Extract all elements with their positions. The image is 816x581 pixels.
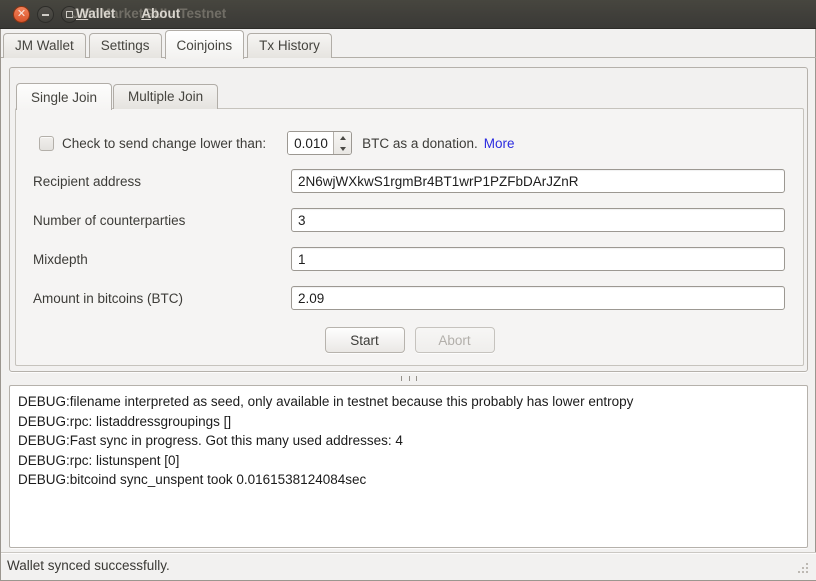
tab-settings[interactable]: Settings bbox=[89, 33, 162, 58]
counterparties-row: Number of counterparties bbox=[33, 208, 785, 232]
minimize-button[interactable] bbox=[37, 6, 54, 23]
log-line: DEBUG:filename interpreted as seed, only… bbox=[18, 392, 799, 412]
donation-checkbox[interactable] bbox=[39, 136, 54, 151]
single-join-pane: Check to send change lower than: BTC as … bbox=[15, 108, 804, 366]
menubar: Wallet About bbox=[76, 6, 180, 21]
close-icon: ✕ bbox=[17, 9, 26, 20]
action-buttons: Start Abort bbox=[16, 327, 803, 353]
titlebar: ✕ JoinMarketGUI - Testnet Wallet About bbox=[0, 0, 816, 29]
counterparties-label: Number of counterparties bbox=[33, 213, 291, 228]
splitter-grip-icon bbox=[401, 376, 417, 381]
donation-amount-input[interactable] bbox=[288, 132, 333, 154]
donation-spinbox bbox=[287, 131, 352, 155]
debug-log[interactable]: DEBUG:filename interpreted as seed, only… bbox=[9, 385, 808, 548]
mixdepth-row: Mixdepth bbox=[33, 247, 785, 271]
log-line: DEBUG:bitcoind sync_unspent took 0.01615… bbox=[18, 470, 799, 490]
amount-row: Amount in bitcoins (BTC) bbox=[33, 286, 785, 310]
log-line: DEBUG:Fast sync in progress. Got this ma… bbox=[18, 431, 799, 451]
amount-label: Amount in bitcoins (BTC) bbox=[33, 291, 291, 306]
minimize-icon bbox=[42, 14, 49, 16]
amount-input[interactable] bbox=[291, 286, 785, 310]
donation-label: Check to send change lower than: bbox=[62, 136, 266, 151]
subtab-single-join[interactable]: Single Join bbox=[16, 83, 112, 110]
spin-up-icon[interactable] bbox=[334, 132, 351, 143]
coinjoins-groupbox: Single Join Multiple Join Check to send … bbox=[9, 67, 808, 372]
spin-down-icon[interactable] bbox=[334, 143, 351, 154]
statusbar: Wallet synced successfully. bbox=[1, 552, 816, 580]
menu-about[interactable]: About bbox=[141, 6, 180, 21]
join-subtabs: Single Join Multiple Join bbox=[16, 83, 219, 109]
tab-tx-history[interactable]: Tx History bbox=[247, 33, 332, 58]
recipient-address-input[interactable] bbox=[291, 169, 785, 193]
splitter-handle[interactable] bbox=[1, 373, 816, 384]
start-button[interactable]: Start bbox=[325, 327, 405, 353]
status-message: Wallet synced successfully. bbox=[7, 558, 170, 573]
more-link[interactable]: More bbox=[484, 136, 515, 151]
recipient-row: Recipient address bbox=[33, 169, 785, 193]
recipient-label: Recipient address bbox=[33, 174, 291, 189]
abort-button[interactable]: Abort bbox=[415, 327, 495, 353]
resize-grip[interactable] bbox=[806, 571, 808, 573]
donation-suffix: BTC as a donation. bbox=[362, 136, 478, 151]
mixdepth-label: Mixdepth bbox=[33, 252, 291, 267]
main-tabbar: JM Wallet Settings Coinjoins Tx History bbox=[1, 29, 816, 58]
app-window: ✕ JoinMarketGUI - Testnet Wallet About J… bbox=[0, 0, 816, 581]
menu-wallet[interactable]: Wallet bbox=[76, 6, 115, 21]
tab-coinjoins[interactable]: Coinjoins bbox=[165, 30, 245, 59]
log-line: DEBUG:rpc: listunspent [0] bbox=[18, 451, 799, 471]
counterparties-input[interactable] bbox=[291, 208, 785, 232]
mixdepth-input[interactable] bbox=[291, 247, 785, 271]
close-button[interactable]: ✕ bbox=[13, 6, 30, 23]
donation-row: Check to send change lower than: BTC as … bbox=[33, 131, 785, 155]
log-line: DEBUG:rpc: listaddressgroupings [] bbox=[18, 412, 799, 432]
subtab-multiple-join[interactable]: Multiple Join bbox=[113, 84, 218, 109]
tab-jm-wallet[interactable]: JM Wallet bbox=[3, 33, 86, 58]
